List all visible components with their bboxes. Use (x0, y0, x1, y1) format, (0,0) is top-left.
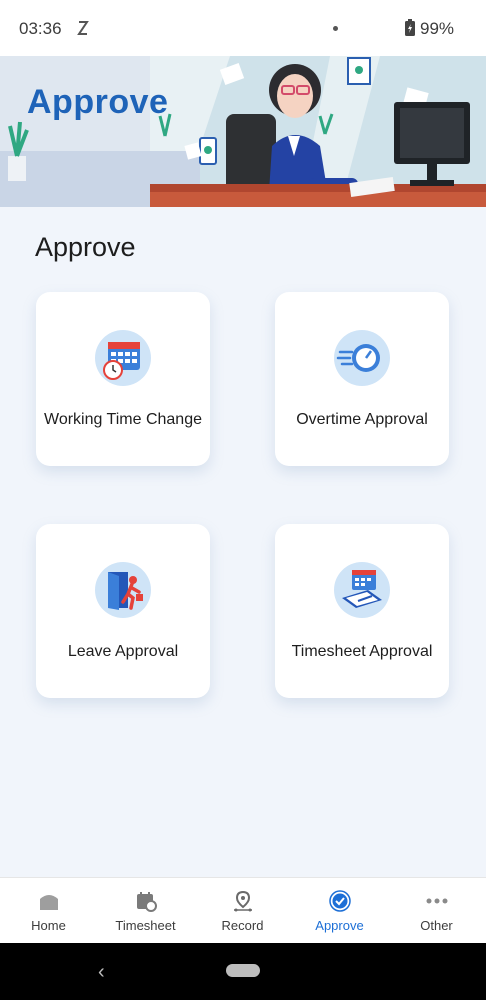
battery-icon (405, 19, 415, 36)
nav-label: Approve (315, 918, 364, 933)
sync-icon (77, 21, 89, 35)
card-label: Overtime Approval (296, 411, 428, 428)
home-pill-icon[interactable] (226, 964, 260, 977)
bottom-navigation: Home Timesheet Record Approve Other (0, 877, 486, 944)
more-dots-icon (426, 898, 448, 904)
nav-label: Timesheet (115, 918, 176, 933)
nav-item-record[interactable]: Record (194, 878, 291, 944)
location-pin-icon (234, 890, 252, 912)
back-icon[interactable]: ‹ (98, 961, 105, 984)
timesheet-approval-card[interactable]: Timesheet Approval (275, 524, 449, 698)
nav-label: Other (420, 918, 453, 933)
card-label: Leave Approval (67, 643, 179, 660)
home-icon (40, 895, 58, 910)
nav-label: Record (221, 918, 264, 933)
timesheet-sign-icon (334, 562, 390, 618)
battery-percent: 99% (420, 19, 455, 38)
nav-item-approve[interactable]: Approve (291, 878, 388, 944)
speed-clock-icon (334, 330, 390, 386)
nav-item-home[interactable]: Home (0, 878, 97, 944)
calendar-clock-icon (95, 330, 151, 386)
status-bar: 03:36 99% (0, 0, 486, 56)
nav-label: Home (31, 918, 66, 933)
card-label: Timesheet Approval (291, 643, 433, 660)
timesheet-icon (137, 892, 157, 912)
leave-approval-card[interactable]: Leave Approval (36, 524, 210, 698)
card-label: Working Time Change (44, 411, 202, 428)
working-time-change-card[interactable]: Working Time Change (36, 292, 210, 466)
page-title: Approve (35, 232, 136, 262)
notification-dot-icon (333, 26, 338, 31)
office-illustration (0, 56, 486, 207)
system-navigation-bar: ‹ (0, 943, 486, 1000)
banner-title: Approve (27, 83, 169, 121)
exit-door-icon (95, 562, 151, 618)
nav-item-timesheet[interactable]: Timesheet (97, 878, 194, 944)
check-circle-icon (329, 890, 351, 912)
nav-item-other[interactable]: Other (388, 878, 485, 944)
header-banner: Approve (0, 56, 486, 207)
overtime-approval-card[interactable]: Overtime Approval (275, 292, 449, 466)
status-time: 03:36 (19, 19, 62, 38)
